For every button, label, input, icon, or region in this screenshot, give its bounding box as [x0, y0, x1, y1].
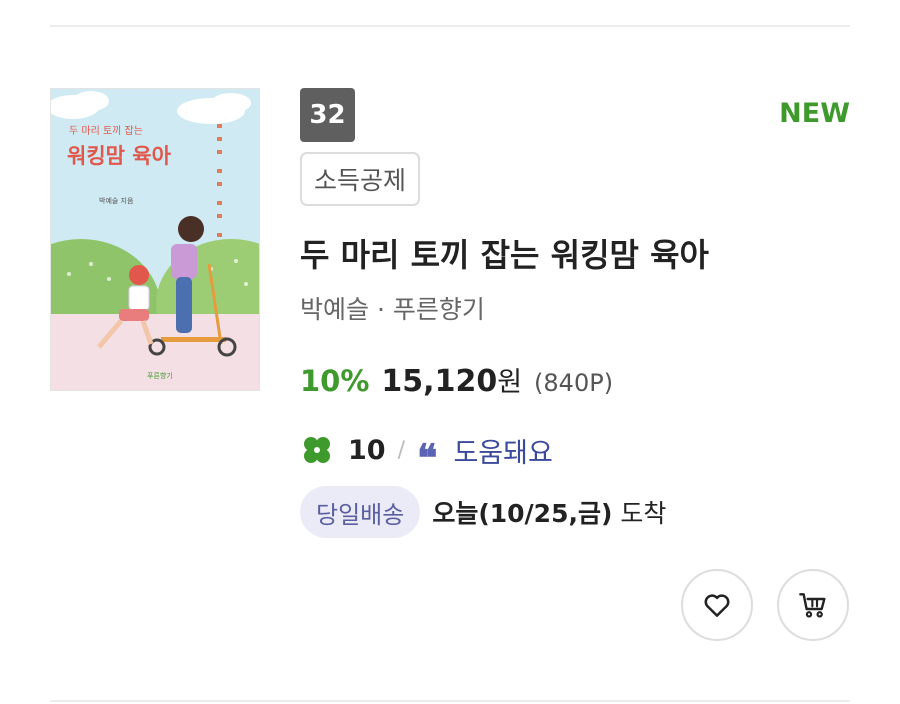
cover-publisher: 푸른향기: [147, 371, 173, 380]
cover-small-title: 두 마리 토끼 잡는: [69, 125, 143, 137]
delivery-row: 당일배송 오늘(10/25,금) 도착: [300, 486, 666, 538]
top-divider: [50, 25, 850, 27]
book-title[interactable]: 두 마리 토끼 잡는 워킹맘 육아: [300, 230, 709, 276]
cart-icon: [799, 593, 826, 618]
book-cover-illustration: 두 마리 토끼 잡는 워킹맘 육아 박예슬 지음 푸른향기: [51, 89, 259, 390]
rank-badge: 32: [300, 88, 355, 142]
sale-price: 15,120: [381, 364, 498, 399]
review-count: 10: [348, 434, 386, 466]
bottom-divider: [50, 700, 850, 702]
reward-points: (840P): [534, 369, 614, 397]
arrival-suffix: 도착: [620, 499, 667, 528]
quote-icon: ❝: [417, 435, 438, 480]
author-publisher[interactable]: 박예슬 · 푸른향기: [300, 290, 485, 326]
review-row[interactable]: 10 / ❝ 도움돼요: [300, 430, 553, 477]
wishlist-button[interactable]: [681, 569, 753, 641]
heart-icon: [704, 594, 730, 617]
discount-rate: 10%: [300, 364, 370, 398]
price-row: 10% 15,120 원 (840P): [300, 360, 613, 399]
same-day-delivery-badge: 당일배송: [300, 486, 421, 538]
add-to-cart-button[interactable]: [777, 569, 849, 641]
currency-unit: 원: [497, 367, 523, 398]
cover-big-title: 워킹맘 육아: [67, 144, 172, 168]
cover-author: 박예슬 지음: [99, 196, 134, 205]
clover-icon: [304, 437, 330, 463]
new-badge: NEW: [779, 98, 850, 129]
book-cover-image[interactable]: 두 마리 토끼 잡는 워킹맘 육아 박예슬 지음 푸른향기: [50, 88, 260, 391]
arrival-date: 오늘(10/25,금): [432, 499, 613, 528]
review-separator: /: [397, 437, 405, 463]
income-deduction-tag: 소득공제: [300, 152, 421, 206]
helpful-label: 도움돼요: [453, 437, 553, 469]
